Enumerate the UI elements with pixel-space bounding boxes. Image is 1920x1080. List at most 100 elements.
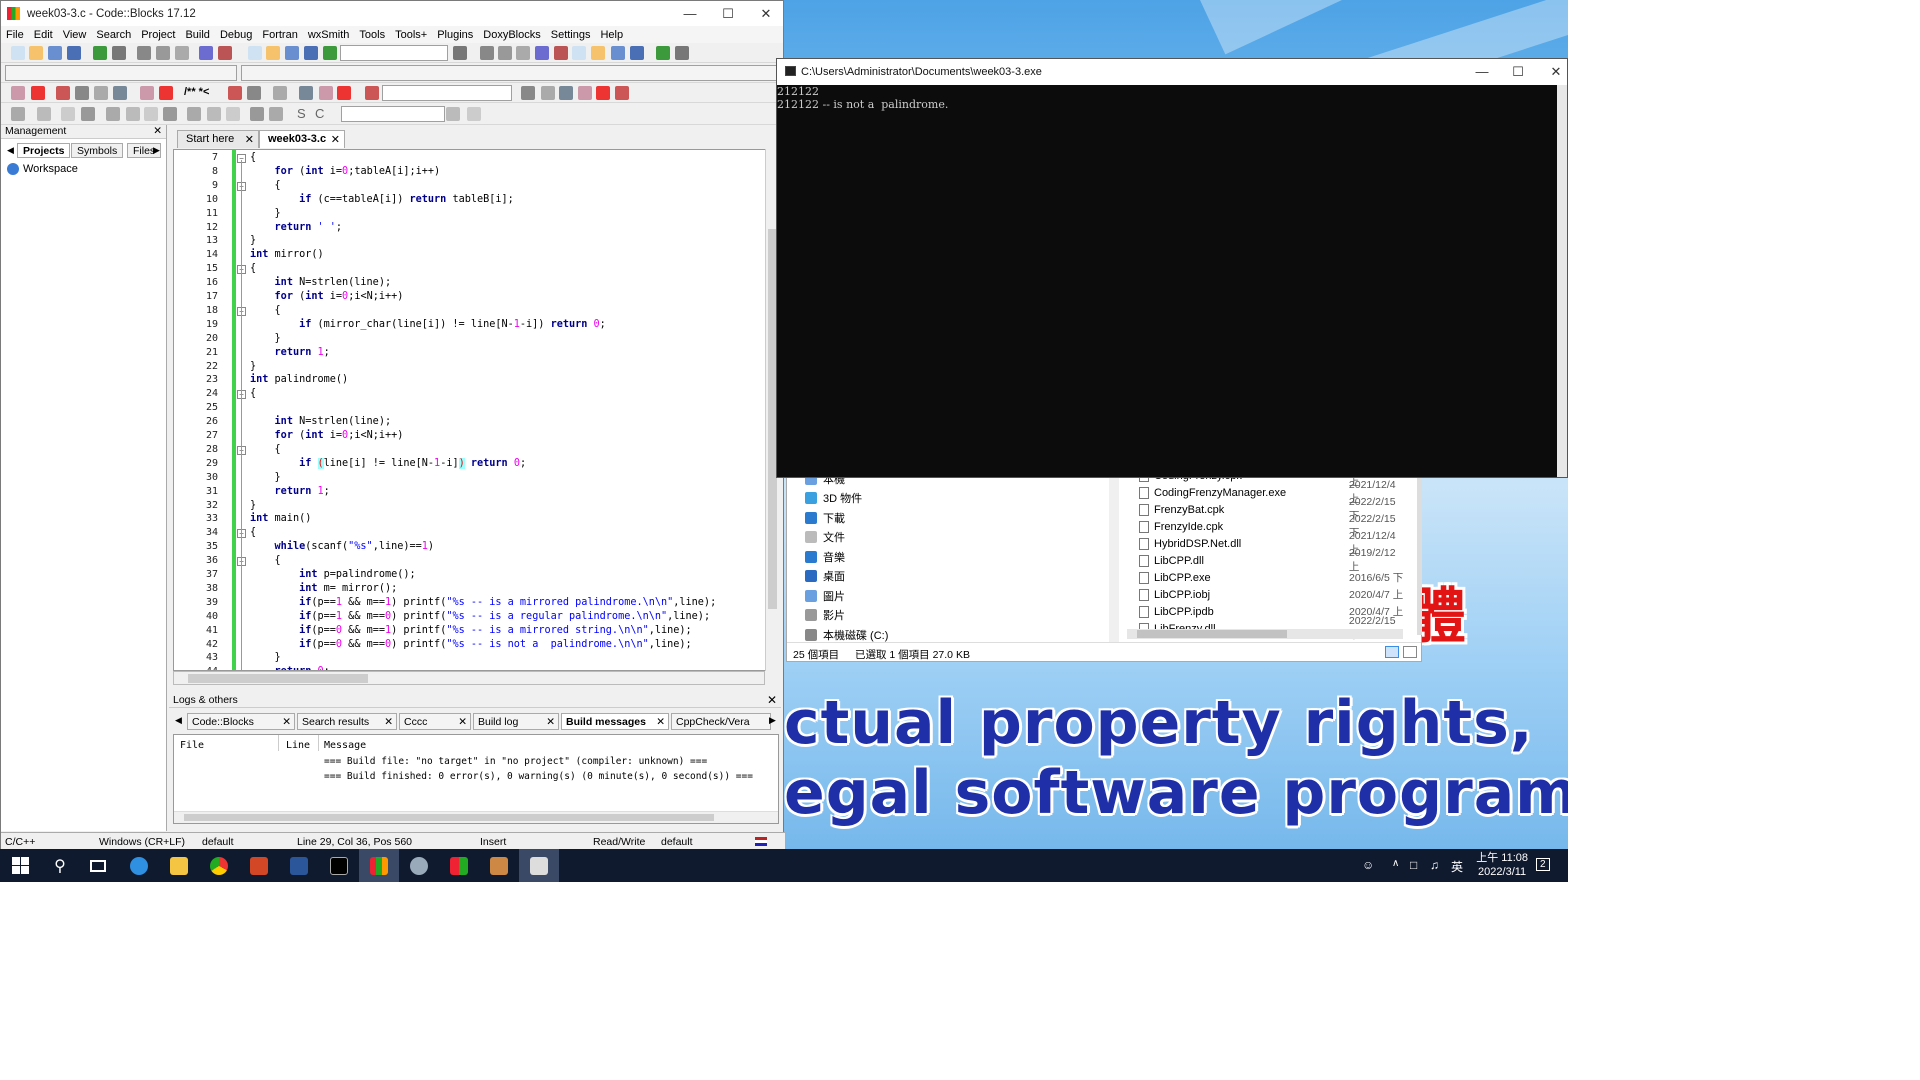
search-combo[interactable] (382, 85, 512, 101)
search-icon[interactable] (446, 107, 460, 121)
logs-tab-close-icon[interactable]: ✕ (546, 716, 555, 728)
find-icon[interactable] (199, 46, 213, 60)
details-view-icon[interactable] (1385, 646, 1399, 658)
sizer-icon[interactable] (81, 107, 95, 121)
save-all-icon[interactable] (67, 46, 81, 60)
start-button[interactable] (0, 849, 40, 882)
logs-tab[interactable]: Cccc ✕ (399, 713, 471, 730)
logs-tab[interactable]: Code::Blocks ✕ (187, 713, 295, 730)
code-line[interactable]: if(p==0 && m==0) printf("%s -- is not a … (250, 639, 692, 650)
file-row[interactable]: LibCPP.exe 2016/6/5 下 (1139, 569, 1409, 586)
code-line[interactable]: } (250, 361, 256, 372)
tab-symbols[interactable]: Symbols (71, 143, 124, 158)
menu-wxsmith-item[interactable]: wxSmith (303, 29, 355, 41)
code-line[interactable]: } (250, 500, 256, 511)
code-line[interactable]: { (250, 305, 281, 316)
break-icon[interactable] (572, 46, 586, 60)
logs-tab[interactable]: Search results ✕ (297, 713, 397, 730)
scope-combo[interactable] (5, 65, 237, 81)
codeblocks-taskbar-icon[interactable] (359, 849, 399, 882)
console-minimize-button[interactable]: — (1463, 59, 1501, 84)
explorer-tree-item[interactable]: 文件 (805, 528, 845, 547)
menu-build-item[interactable]: Build (180, 29, 214, 41)
code-line[interactable]: if(p==1 && m==0) printf("%s -- is a regu… (250, 611, 710, 622)
logs-close-icon[interactable]: ✕ (767, 693, 777, 707)
new-file-icon[interactable] (11, 46, 25, 60)
terminal-icon[interactable] (319, 849, 359, 882)
tab-projects[interactable]: Projects (17, 143, 71, 158)
code-line[interactable]: return 1; (250, 347, 330, 358)
rebuild-icon[interactable] (304, 46, 318, 60)
logs-tab-close-icon[interactable]: ✕ (458, 716, 467, 728)
people-icon[interactable]: ☺ (1362, 858, 1374, 872)
code-line[interactable]: { (250, 180, 281, 191)
tab-close-icon[interactable]: ✕ (245, 133, 254, 146)
tree-scrollbar[interactable] (1109, 475, 1119, 643)
build-icon[interactable] (453, 46, 467, 60)
zoom-in-icon[interactable] (250, 107, 264, 121)
build-messages-list[interactable]: File Line Message === Build file: "no ta… (173, 734, 779, 824)
tray-chevron-icon[interactable]: ∧ (1392, 858, 1399, 869)
step-icon[interactable] (498, 46, 512, 60)
bookmark-icon[interactable] (56, 86, 70, 100)
tab-start-here[interactable]: Start here ✕ (177, 130, 259, 148)
box-icon[interactable] (37, 107, 51, 121)
console-maximize-button[interactable]: ☐ (1499, 59, 1537, 84)
code-line[interactable]: int main() (250, 513, 311, 524)
menu-doxyblocks-item[interactable]: DoxyBlocks (478, 29, 545, 41)
tab-close-icon[interactable]: ✕ (331, 133, 340, 146)
step-in-icon[interactable] (535, 46, 549, 60)
save-icon[interactable] (48, 46, 62, 60)
open-icon[interactable] (29, 46, 43, 60)
button-icon[interactable] (126, 107, 140, 121)
menu-tools-item[interactable]: Tools (354, 29, 390, 41)
code-line[interactable]: { (250, 263, 256, 274)
code-line[interactable]: for (int i=0;i<N;i++) (250, 430, 404, 441)
editor-hscrollbar[interactable] (173, 671, 765, 685)
cut-icon[interactable] (137, 46, 151, 60)
toggle-icon[interactable] (365, 86, 379, 100)
app-taskbar-icon[interactable] (439, 849, 479, 882)
minimize-button[interactable]: — (671, 1, 709, 26)
debug-icon[interactable] (480, 46, 494, 60)
code-line[interactable]: { (250, 444, 281, 455)
code-line[interactable]: { (250, 527, 256, 538)
menu-project-item[interactable]: Project (136, 29, 180, 41)
logs-tab-prev-icon[interactable]: ◀ (175, 715, 182, 726)
app-taskbar-icon[interactable] (399, 849, 439, 882)
code-line[interactable]: int N=strlen(line); (250, 277, 392, 288)
copy-icon[interactable] (156, 46, 170, 60)
undo-icon[interactable] (93, 46, 107, 60)
forward-icon[interactable] (31, 86, 45, 100)
console-window[interactable]: C:\Users\Administrator\Documents\week03-… (776, 58, 1568, 478)
close-button[interactable]: ✕ (747, 1, 785, 26)
file-row[interactable]: LibCPP.iobj 2020/4/7 上 (1139, 586, 1409, 603)
frame-icon[interactable] (226, 107, 240, 121)
menu-view-item[interactable]: View (58, 29, 92, 41)
volume-icon[interactable]: ♫ (1430, 858, 1439, 872)
code-line[interactable]: if(p==0 && m==1) printf("%s -- is a mirr… (250, 625, 692, 636)
logs-tab[interactable]: Build log ✕ (473, 713, 559, 730)
console-scrollbar[interactable] (1557, 85, 1567, 477)
zoom-out-icon[interactable] (269, 107, 283, 121)
menu-settings-item[interactable]: Settings (546, 29, 596, 41)
tool-icon[interactable] (228, 86, 242, 100)
c-tool-button[interactable]: C (315, 106, 324, 121)
col-message[interactable]: Message (324, 740, 366, 751)
powerpoint-icon[interactable] (239, 849, 279, 882)
code-line[interactable]: int palindrome() (250, 374, 348, 385)
chrome-icon[interactable] (199, 849, 239, 882)
code-line[interactable]: int N=strlen(line); (250, 416, 392, 427)
code-line[interactable]: int p=palindrome(); (250, 569, 416, 580)
maximize-button[interactable]: ☐ (709, 1, 747, 26)
tab-week03-3-c[interactable]: week03-3.c ✕ (259, 130, 345, 148)
paste-icon[interactable] (175, 46, 189, 60)
large-icons-view-icon[interactable] (1403, 646, 1417, 658)
management-close-icon[interactable]: ✕ (153, 125, 162, 137)
explorer-tree-item[interactable]: 影片 (805, 606, 845, 625)
replace-icon[interactable] (578, 86, 592, 100)
menu-tools-item[interactable]: Tools+ (390, 29, 432, 41)
code-line[interactable]: int m= mirror(); (250, 583, 397, 594)
code-line[interactable]: while(scanf("%s",line)==1) (250, 541, 435, 552)
window-icon[interactable] (656, 46, 670, 60)
